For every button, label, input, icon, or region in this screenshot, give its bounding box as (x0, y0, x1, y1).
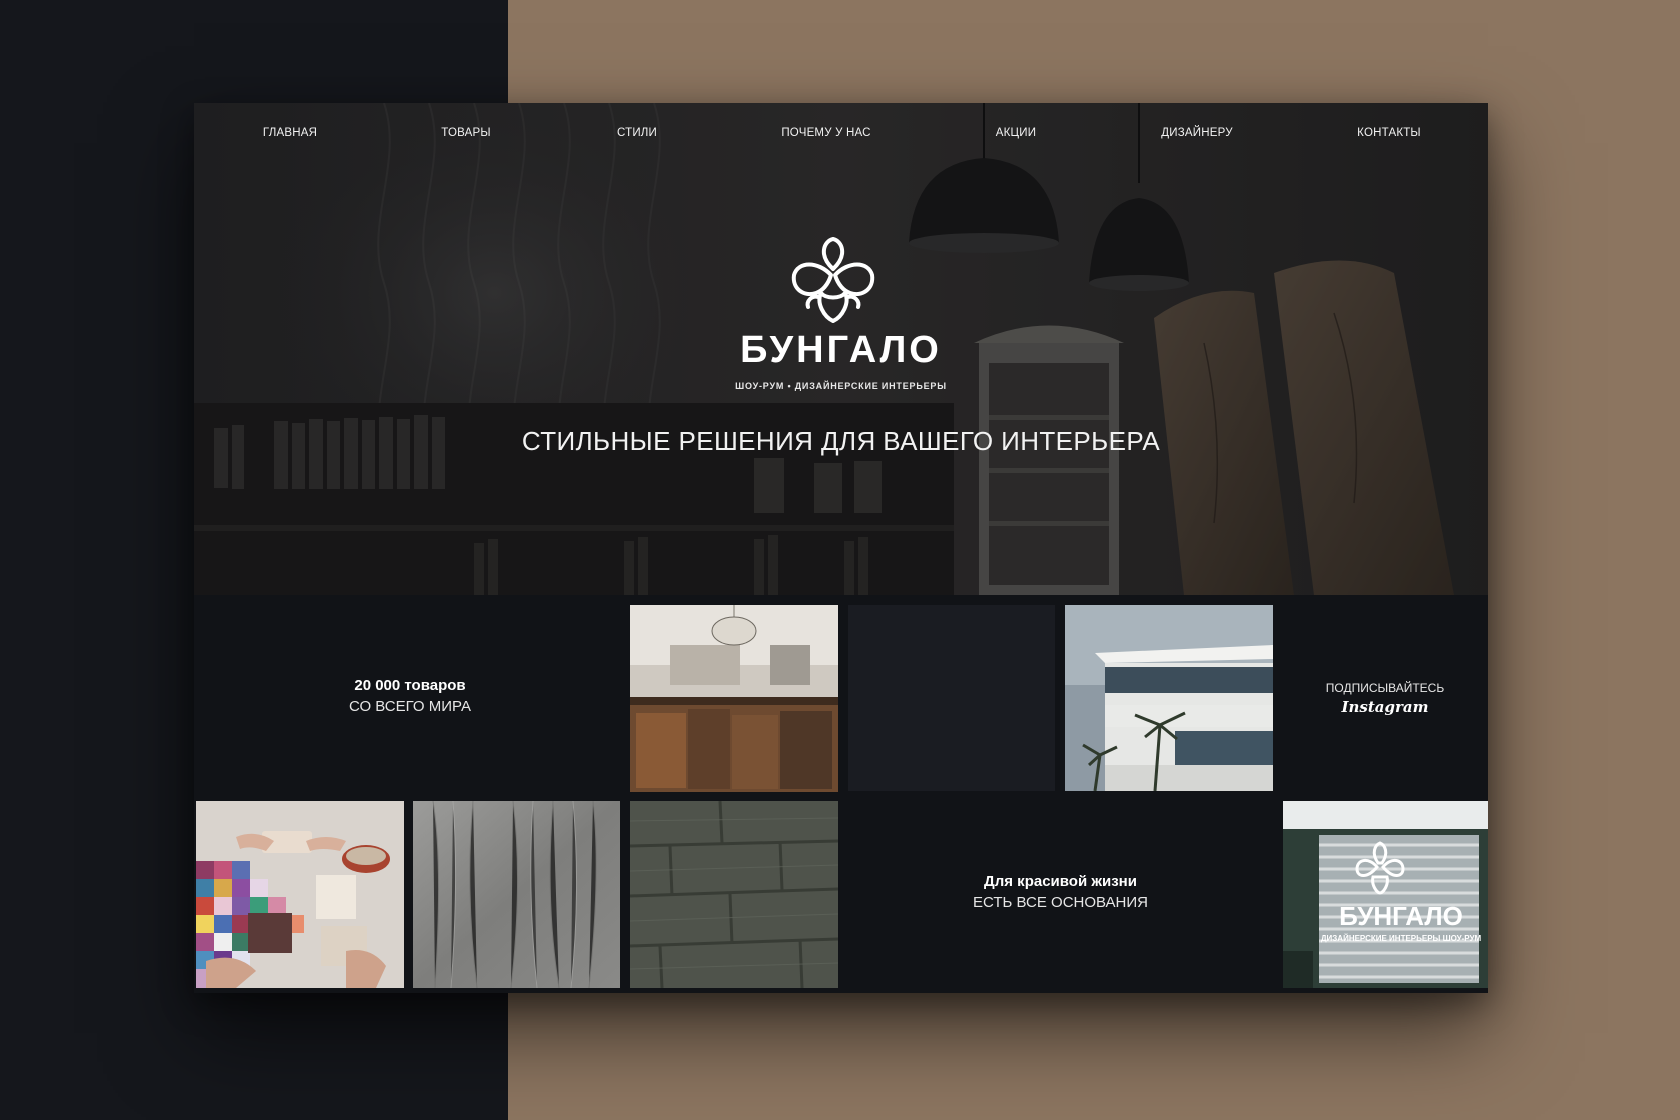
hero-title: СТИЛЬНЫЕ РЕШЕНИЯ ДЛЯ ВАШЕГО ИНТЕРЬЕРА (521, 426, 1161, 456)
life-text: Для красивой жизни ЕСТЬ ВСЕ ОСНОВАНИЯ (848, 873, 1273, 911)
brand-tagline: ШОУ-РУМ • ДИЗАЙНЕРСКИЕ ИНТЕРЬЕРЫ (735, 381, 947, 391)
instagram-subscribe: ПОДПИСЫВАЙТЕСЬ (1325, 681, 1445, 695)
wood-tiles-image (630, 801, 838, 988)
goods-bold: 20 000 товаров (354, 677, 466, 694)
building-image (1065, 605, 1273, 791)
nav-item-promos[interactable]: АКЦИИ (996, 127, 1036, 139)
instagram-text: ПОДПИСЫВАЙТЕСЬ Instagram (1282, 681, 1488, 716)
nav-item-why-us[interactable]: ПОЧЕМУ У НАС (781, 127, 870, 139)
instagram-brand: Instagram (1341, 698, 1429, 716)
life-bold: Для красивой жизни (984, 873, 1137, 890)
nav-item-products[interactable]: ТОВАРЫ (441, 127, 490, 139)
concrete-texture-image (413, 801, 620, 988)
tile-instagram[interactable]: ПОДПИСЫВАЙТЕСЬ Instagram (1282, 605, 1488, 793)
empty-tile (848, 605, 1055, 791)
showroom-interior-image (630, 605, 838, 792)
photo-samples[interactable] (196, 801, 404, 988)
photo-storefront[interactable]: БУНГАЛО ДИЗАЙНЕРСКИЕ ИНТЕРЬЕРЫ ШОУ-РУМ (1283, 801, 1488, 988)
nav-item-home[interactable]: ГЛАВНАЯ (263, 127, 317, 139)
storefront-image: БУНГАЛО ДИЗАЙНЕРСКИЕ ИНТЕРЬЕРЫ ШОУ-РУМ (1283, 801, 1488, 988)
tile-beautiful-life[interactable]: Для красивой жизни ЕСТЬ ВСЕ ОСНОВАНИЯ (848, 801, 1273, 988)
tile-goods-count[interactable]: 20 000 товаров СО ВСЕГО МИРА (194, 605, 626, 793)
storefront-sign: БУНГАЛО (1339, 901, 1463, 931)
website-mockup: ГЛАВНАЯ ТОВАРЫ СТИЛИ ПОЧЕМУ У НАС АКЦИИ … (194, 103, 1488, 993)
photo-wood-tiles[interactable] (630, 801, 838, 988)
brand-name: БУНГАЛО (740, 329, 942, 371)
nav-item-styles[interactable]: СТИЛИ (617, 127, 657, 139)
goods-text: 20 000 товаров СО ВСЕГО МИРА (194, 677, 626, 715)
goods-regular: СО ВСЕГО МИРА (348, 698, 472, 715)
photo-building[interactable] (1065, 605, 1273, 791)
nav-item-contacts[interactable]: КОНТАКТЫ (1357, 127, 1421, 139)
orchid-icon[interactable] (788, 237, 878, 323)
main-nav: ГЛАВНАЯ ТОВАРЫ СТИЛИ ПОЧЕМУ У НАС АКЦИИ … (194, 103, 1488, 163)
hero-section: ГЛАВНАЯ ТОВАРЫ СТИЛИ ПОЧЕМУ У НАС АКЦИИ … (194, 103, 1488, 595)
storefront-sub: ДИЗАЙНЕРСКИЕ ИНТЕРЬЕРЫ ШОУ-РУМ (1321, 934, 1482, 943)
photo-showroom-interior[interactable] (630, 605, 838, 792)
life-regular: ЕСТЬ ВСЕ ОСНОВАНИЯ (973, 894, 1148, 911)
samples-image (196, 801, 404, 988)
nav-item-designer[interactable]: ДИЗАЙНЕРУ (1161, 127, 1232, 139)
photo-concrete-texture[interactable] (413, 801, 620, 988)
